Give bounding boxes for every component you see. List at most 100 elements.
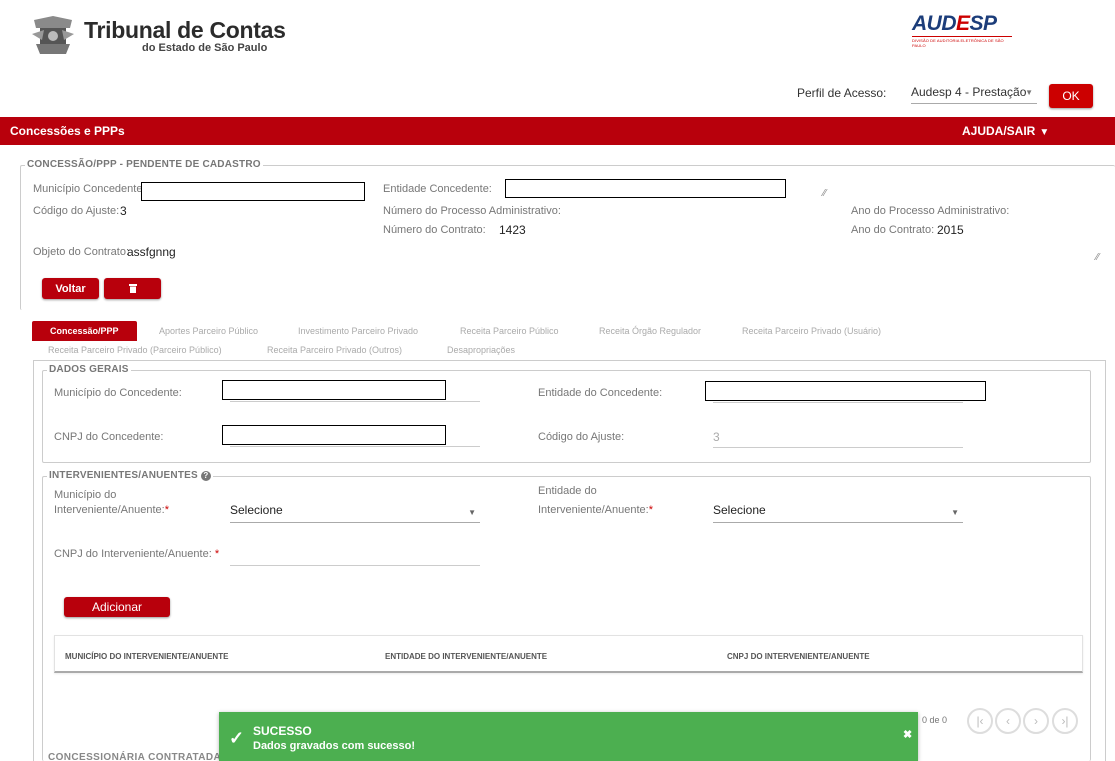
num-processo-label: Número do Processo Administrativo: (383, 205, 561, 217)
entidade-do-concedente-underline (713, 402, 963, 403)
codigo-do-ajuste-label: Código do Ajuste: (538, 431, 625, 443)
municipio-interveniente-label-1: Município do (54, 489, 117, 501)
voltar-button[interactable]: Voltar (42, 278, 99, 299)
cnpj-interveniente-label-text: CNPJ do Interveniente/Anuente: (54, 548, 212, 560)
dados-gerais-legend: DADOS GERAIS (47, 364, 131, 375)
entidade-interveniente-label-2: Interveniente/Anuente:* (538, 504, 653, 516)
prev-page-icon[interactable]: ‹ (995, 708, 1021, 734)
cnpj-do-concedente-label: CNPJ do Concedente: (54, 431, 164, 443)
audesp-subtitle: DIVISÃO DE AUDITORIA ELETRÔNICA DE SÃO P… (912, 36, 1012, 48)
tce-logo: Tribunal de Contas do Estado de São Paul… (30, 14, 286, 58)
entidade-interveniente-select[interactable]: Selecione ▼ (713, 503, 963, 523)
ano-processo-label: Ano do Processo Administrativo: (851, 205, 1010, 217)
entidade-interveniente-value: Selecione (713, 503, 766, 517)
municipio-do-concedente-underline (230, 401, 480, 402)
next-page-icon[interactable]: › (1023, 708, 1049, 734)
navbar: Concessões e PPPs AJUDA/SAIR ▼ (0, 117, 1115, 145)
audesp-title-a: AUD (912, 12, 957, 35)
adicionar-label: Adicionar (91, 600, 143, 614)
intervenientes-table-header: MUNICÍPIO DO INTERVENIENTE/ANUENTE ENTID… (54, 635, 1083, 673)
entidade-interveniente-label-1: Entidade do (538, 485, 597, 497)
intervenientes-legend-text: INTERVENIENTES/ANUENTES (49, 470, 198, 481)
chevron-down-icon: ▼ (468, 508, 476, 517)
perfil-label: Perfil de Acesso: (797, 86, 887, 100)
municipio-interveniente-label-2: Interveniente/Anuente:* (54, 504, 169, 516)
cnpj-do-concedente-input[interactable] (222, 425, 446, 445)
resize-handle-icon[interactable]: ⁄⁄ (823, 188, 826, 199)
check-icon: ✓ (229, 728, 245, 748)
first-page-icon[interactable]: |‹ (967, 708, 993, 734)
tab-receita-orgao-regulador[interactable]: Receita Órgão Regulador (599, 326, 701, 336)
codigo-do-ajuste-value[interactable]: 3 (713, 430, 720, 444)
intervenientes-legend: INTERVENIENTES/ANUENTES ? (47, 470, 213, 481)
entidade-concedente-label: Entidade Concedente: (383, 183, 492, 195)
tab-receita-parceiro-privado-parceiro-publico[interactable]: Receita Parceiro Privado (Parceiro Públi… (48, 345, 222, 355)
column-cnpj[interactable]: CNPJ DO INTERVENIENTE/ANUENTE (727, 652, 870, 661)
caret-down-icon: ▼ (1039, 127, 1050, 138)
last-page-icon[interactable]: ›| (1052, 708, 1078, 734)
tab-aportes-parceiro-publico[interactable]: Aportes Parceiro Público (159, 326, 258, 336)
municipio-concedente-input[interactable] (141, 182, 365, 201)
num-contrato-value: 1423 (499, 223, 526, 237)
adicionar-button[interactable]: Adicionar (64, 597, 170, 617)
perfil-value: Audesp 4 - Prestação (911, 85, 1027, 99)
logo-subtitle: do Estado de São Paulo (142, 42, 268, 54)
ano-contrato-value: 2015 (937, 223, 964, 237)
entidade-concedente-input[interactable] (505, 179, 786, 198)
required-mark: * (164, 504, 169, 516)
tab-receita-parceiro-publico[interactable]: Receita Parceiro Público (460, 326, 559, 336)
codigo-do-ajuste-underline (713, 447, 963, 448)
nav-title[interactable]: Concessões e PPPs (10, 124, 125, 138)
municipio-interveniente-select[interactable]: Selecione ▼ (230, 503, 480, 523)
pager-count: 0 de 0 (922, 715, 948, 725)
resize-handle-icon[interactable]: ⁄⁄ (1096, 252, 1099, 263)
objeto-contrato-label: Objeto do Contrato: (33, 246, 130, 258)
pending-legend: CONCESSÃO/PPP - PENDENTE DE CADASTRO (25, 159, 263, 170)
ok-button[interactable]: OK (1049, 84, 1093, 108)
trash-icon (128, 284, 137, 293)
cnpj-do-concedente-underline (230, 446, 480, 447)
municipio-concedente-label: Município Concedente: (33, 183, 146, 195)
success-toast: ✓ SUCESSO Dados gravados com sucesso! ✖ (219, 712, 918, 761)
toast-message: Dados gravados com sucesso! (253, 740, 416, 752)
voltar-label: Voltar (55, 282, 86, 295)
codigo-ajuste-label: Código do Ajuste: (33, 205, 120, 217)
municipio-interveniente-value: Selecione (230, 503, 283, 517)
audesp-title-e: E (956, 12, 970, 35)
audesp-logo: AUDESP DIVISÃO DE AUDITORIA ELETRÔNICA D… (912, 12, 1012, 48)
required-mark: * (214, 548, 220, 560)
ano-contrato-label: Ano do Contrato: (851, 224, 935, 236)
chevron-down-icon: ▼ (1025, 88, 1033, 97)
help-exit-label: AJUDA/SAIR (962, 124, 1036, 138)
tce-emblem-icon (32, 16, 74, 54)
entidade-interveniente-label-2-text: Interveniente/Anuente: (538, 504, 649, 516)
municipio-interveniente-label-2-text: Interveniente/Anuente: (54, 504, 165, 516)
column-entidade[interactable]: ENTIDADE DO INTERVENIENTE/ANUENTE (385, 652, 547, 661)
perfil-select[interactable]: Audesp 4 - Prestação ▼ (911, 82, 1037, 104)
audesp-title-b: SP (969, 12, 998, 35)
tab-desapropriacoes[interactable]: Desapropriações (447, 345, 515, 355)
municipio-do-concedente-label: Município do Concedente: (54, 387, 182, 399)
delete-button[interactable] (104, 278, 161, 299)
tab-receita-parceiro-privado-usuario[interactable]: Receita Parceiro Privado (Usuário) (742, 326, 881, 336)
objeto-contrato-value: assfgnng (127, 245, 176, 259)
tab-investimento-parceiro-privado[interactable]: Investimento Parceiro Privado (298, 326, 418, 336)
codigo-ajuste-value: 3 (120, 204, 127, 218)
logo-title: Tribunal de Contas (84, 17, 286, 43)
municipio-do-concedente-input[interactable] (222, 380, 446, 400)
help-exit-menu[interactable]: AJUDA/SAIR ▼ (962, 124, 1049, 138)
num-contrato-label: Número do Contrato: (383, 224, 486, 236)
column-municipio[interactable]: MUNICÍPIO DO INTERVENIENTE/ANUENTE (65, 652, 228, 661)
tab-concessao-ppp[interactable]: Concessão/PPP (32, 321, 137, 341)
cnpj-interveniente-input[interactable] (230, 546, 480, 566)
question-icon[interactable]: ? (200, 471, 211, 481)
entidade-do-concedente-label: Entidade do Concedente: (538, 387, 663, 399)
chevron-down-icon: ▼ (951, 508, 959, 517)
close-icon[interactable]: ✖ (903, 728, 912, 741)
cnpj-interveniente-label: CNPJ do Interveniente/Anuente: * (54, 548, 219, 560)
toast-title: SUCESSO (253, 724, 312, 738)
tab-receita-parceiro-privado-outros[interactable]: Receita Parceiro Privado (Outros) (267, 345, 402, 355)
concessionaria-legend: CONCESSIONÁRIA CONTRATADA / P (48, 752, 238, 761)
required-mark: * (648, 504, 653, 516)
entidade-do-concedente-input[interactable] (705, 381, 986, 401)
